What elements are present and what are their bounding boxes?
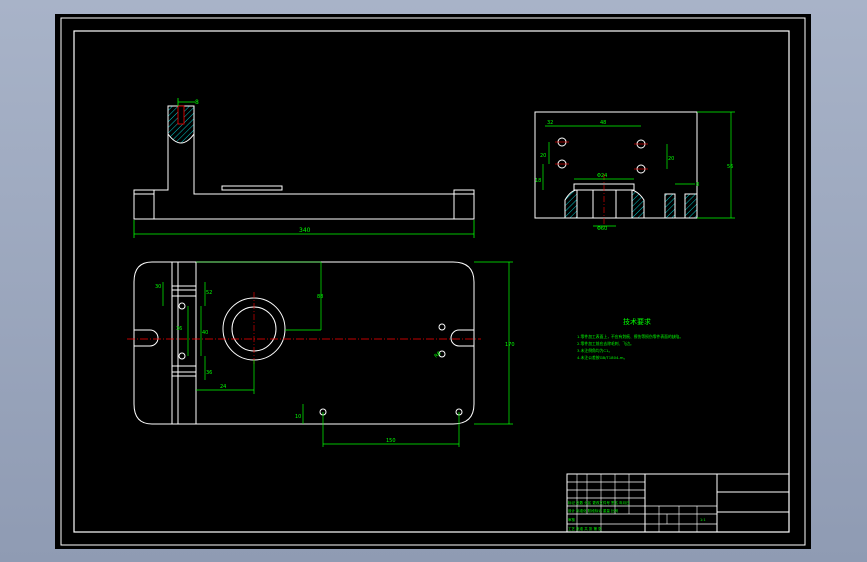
title-block-row-1: 标记 处数 分区 更改文件号 签名 年月日 <box>568 500 630 505</box>
drawing-svg: 8 340 32 48 56 20 18 20 Φ24 Φ60 8 88 170… <box>60 17 806 546</box>
drawing-canvas[interactable]: 8 340 32 48 56 20 18 20 Φ24 Φ60 8 88 170… <box>55 14 811 549</box>
cad-viewport[interactable]: 8 340 32 48 56 20 18 20 Φ24 Φ60 8 88 170… <box>0 0 867 562</box>
dim-side-slot: 8 <box>696 182 699 188</box>
title-block-row-4: 工艺 批准 共 张 第 张 <box>568 526 602 531</box>
dim-plan-f: 24 <box>220 384 226 390</box>
dim-side-cbore: Φ60 <box>597 226 607 232</box>
side-view[interactable]: 32 48 56 20 18 20 Φ24 Φ60 8 <box>534 111 735 232</box>
title-block-row-2: 设计 标准化 阶段标记 重量 比例 <box>568 508 618 513</box>
note-line-4: 4.未注公差按GB/T1804-m。 <box>577 355 627 360</box>
dim-plan-small: 10 <box>295 414 301 420</box>
dim-plan-e: 36 <box>206 370 212 376</box>
dim-plan-d: 40 <box>202 330 208 336</box>
title-block[interactable]: 标记 处数 分区 更改文件号 签名 年月日 设计 标准化 阶段标记 重量 比例 … <box>566 473 790 533</box>
dim-plan-height: 170 <box>505 342 515 348</box>
plan-view[interactable]: 88 170 30 52 36 40 36 24 R8 150 10 <box>127 261 515 447</box>
dim-side-a: 32 <box>547 120 553 126</box>
dim-plan-bore-depth: 88 <box>317 294 323 300</box>
notes-title: 技术要求 <box>623 317 651 326</box>
dim-front-width: 340 <box>299 227 311 234</box>
dim-plan-hole: R8 <box>433 351 442 360</box>
sheet-outer-frame <box>60 17 806 546</box>
note-line-1: 1.零件加工表面上，不应有划痕、擦伤等损伤零件表面的缺陷。 <box>577 334 683 339</box>
dim-side-v1: 20 <box>540 153 546 159</box>
note-line-3: 3.未注倒角均为C1。 <box>577 348 612 353</box>
dim-side-v2: 18 <box>535 178 541 184</box>
dim-side-b: 48 <box>600 120 606 126</box>
dim-plan-bottom: 150 <box>386 438 396 444</box>
dim-side-v3: 20 <box>668 156 674 162</box>
dim-plan-b: 52 <box>206 290 212 296</box>
technical-notes: 技术要求 1.零件加工表面上，不应有划痕、擦伤等损伤零件表面的缺陷。 2.零件加… <box>577 317 683 360</box>
front-view[interactable]: 8 340 <box>133 98 475 238</box>
title-block-scale: 1:1 <box>700 518 706 522</box>
dim-side-height: 56 <box>727 164 733 170</box>
title-block-row-3: 审核 <box>568 517 576 522</box>
note-line-2: 2.零件加工前应去除毛刺、飞边。 <box>577 341 634 346</box>
dim-side-bore: Φ24 <box>597 173 607 179</box>
dim-plan-c: 36 <box>176 326 182 332</box>
dim-plan-a: 30 <box>155 284 161 290</box>
dim-front-slot: 8 <box>195 99 199 106</box>
